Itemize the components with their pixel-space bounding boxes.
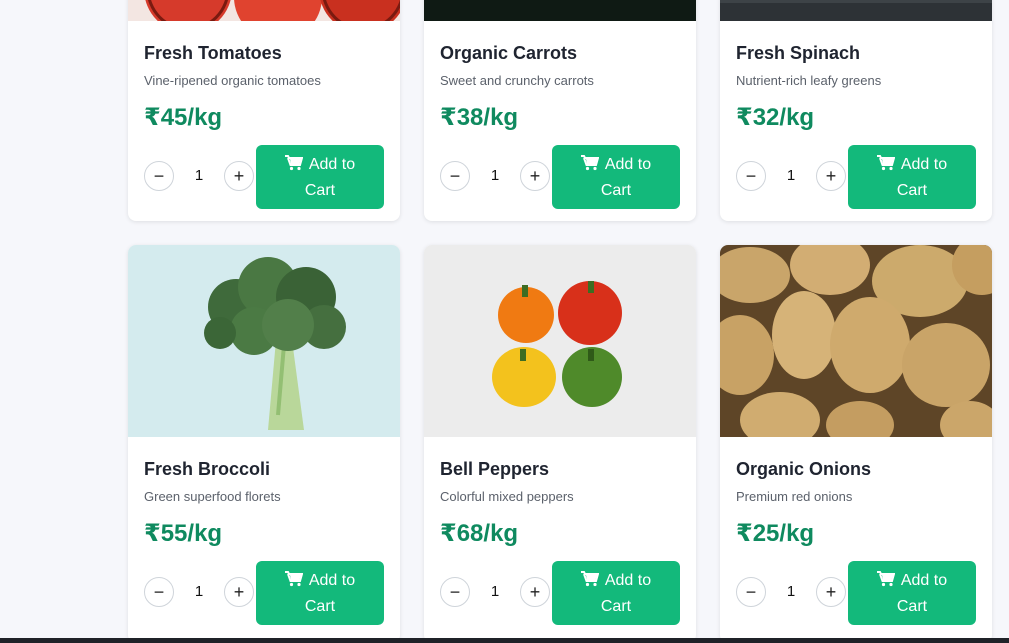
product-card: Fresh Spinach Nutrient-rich leafy greens… — [720, 0, 992, 221]
plus-icon: + — [825, 581, 837, 602]
plus-icon: + — [529, 165, 541, 186]
product-grid-page: Fresh Tomatoes Vine-ripened organic toma… — [0, 0, 1009, 643]
product-name: Fresh Spinach — [736, 43, 861, 63]
product-description: Sweet and crunchy carrots — [440, 73, 594, 88]
quantity-value: 1 — [490, 167, 500, 184]
cart-icon — [580, 155, 600, 179]
add-to-cart-label-cart: Cart — [304, 598, 336, 615]
increase-quantity-button[interactable]: + — [520, 161, 550, 191]
product-name: Organic Onions — [736, 459, 872, 479]
minus-icon: − — [449, 165, 461, 186]
cart-icon — [284, 155, 304, 179]
plus-icon: + — [233, 165, 245, 186]
add-to-cart-button[interactable]: Add to Cart — [552, 561, 680, 625]
product-name: Fresh Broccoli — [144, 459, 271, 479]
add-to-cart-button[interactable]: Add to Cart — [848, 561, 976, 625]
increase-quantity-button[interactable]: + — [520, 577, 550, 607]
cart-icon — [580, 571, 600, 595]
product-card: Fresh Broccoli Green superfood florets ₹… — [128, 245, 400, 643]
product-card: Fresh Tomatoes Vine-ripened organic toma… — [128, 0, 400, 221]
plus-icon: + — [529, 581, 541, 602]
decrease-quantity-button[interactable]: − — [144, 577, 174, 607]
minus-icon: − — [153, 581, 165, 602]
product-image-broccoli — [128, 245, 400, 437]
add-to-cart-button[interactable]: Add to Cart — [848, 145, 976, 209]
quantity-value: 1 — [490, 583, 500, 600]
product-image-carrots — [424, 0, 696, 21]
plus-icon: + — [233, 581, 245, 602]
add-to-cart-label-cart: Cart — [304, 182, 336, 199]
product-name: Bell Peppers — [440, 459, 550, 479]
product-price: ₹38/kg — [440, 104, 519, 131]
add-to-cart-label: Add to — [308, 156, 356, 173]
product-image-bell-peppers — [424, 245, 696, 437]
product-name: Organic Carrots — [440, 43, 578, 63]
add-to-cart-button[interactable]: Add to Cart — [552, 145, 680, 209]
minus-icon: − — [449, 581, 461, 602]
add-to-cart-label-cart: Cart — [896, 598, 928, 615]
add-to-cart-label: Add to — [900, 156, 948, 173]
taskbar-edge — [0, 638, 1009, 643]
add-to-cart-label: Add to — [308, 572, 356, 589]
decrease-quantity-button[interactable]: − — [736, 161, 766, 191]
cart-icon — [876, 571, 896, 595]
add-to-cart-label-cart: Cart — [600, 182, 632, 199]
product-price: ₹25/kg — [736, 520, 815, 547]
cart-icon — [876, 155, 896, 179]
plus-icon: + — [825, 165, 837, 186]
add-to-cart-label: Add to — [900, 572, 948, 589]
add-to-cart-button[interactable]: Add to Cart — [256, 561, 384, 625]
add-to-cart-label-cart: Cart — [896, 182, 928, 199]
product-name: Fresh Tomatoes — [144, 43, 282, 63]
increase-quantity-button[interactable]: + — [816, 161, 846, 191]
increase-quantity-button[interactable]: + — [224, 577, 254, 607]
add-to-cart-label: Add to — [604, 156, 652, 173]
product-card: Organic Carrots Sweet and crunchy carrot… — [424, 0, 696, 221]
product-price: ₹55/kg — [144, 520, 223, 547]
product-price: ₹45/kg — [144, 104, 223, 131]
product-description: Green superfood florets — [144, 489, 281, 504]
product-description: Colorful mixed peppers — [440, 489, 574, 504]
decrease-quantity-button[interactable]: − — [440, 577, 470, 607]
decrease-quantity-button[interactable]: − — [144, 161, 174, 191]
product-description: Vine-ripened organic tomatoes — [144, 73, 321, 88]
quantity-value: 1 — [194, 167, 204, 184]
decrease-quantity-button[interactable]: − — [440, 161, 470, 191]
product-description: Premium red onions — [736, 489, 853, 504]
product-price: ₹68/kg — [440, 520, 519, 547]
product-image-potatoes — [720, 245, 992, 437]
product-image-tomatoes — [128, 0, 400, 21]
quantity-value: 1 — [786, 167, 796, 184]
decrease-quantity-button[interactable]: − — [736, 577, 766, 607]
product-price: ₹32/kg — [736, 104, 815, 131]
product-card: Bell Peppers Colorful mixed peppers ₹68/… — [424, 245, 696, 643]
product-description: Nutrient-rich leafy greens — [736, 73, 882, 88]
product-image-spinach — [720, 0, 992, 21]
cart-icon — [284, 571, 304, 595]
minus-icon: − — [745, 165, 757, 186]
add-to-cart-label: Add to — [604, 572, 652, 589]
quantity-value: 1 — [194, 583, 204, 600]
increase-quantity-button[interactable]: + — [816, 577, 846, 607]
add-to-cart-label-cart: Cart — [600, 598, 632, 615]
minus-icon: − — [745, 581, 757, 602]
product-card: Organic Onions Premium red onions ₹25/kg… — [720, 245, 992, 643]
add-to-cart-button[interactable]: Add to Cart — [256, 145, 384, 209]
increase-quantity-button[interactable]: + — [224, 161, 254, 191]
quantity-value: 1 — [786, 583, 796, 600]
minus-icon: − — [153, 165, 165, 186]
